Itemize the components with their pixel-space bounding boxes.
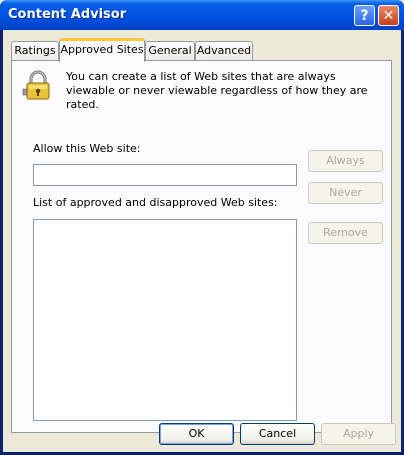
dialog-client-area: Ratings Approved Sites General Advanced … — [3, 30, 401, 452]
site-list-label: List of approved and disapproved Web sit… — [33, 196, 278, 209]
never-button[interactable]: Never — [308, 182, 383, 204]
always-button[interactable]: Always — [308, 150, 383, 172]
tab-ratings[interactable]: Ratings — [11, 41, 59, 61]
title-bar[interactable]: Content Advisor ? ✕ — [0, 0, 404, 30]
close-button[interactable]: ✕ — [378, 5, 399, 26]
window-title: Content Advisor — [8, 7, 127, 22]
apply-button[interactable]: Apply — [321, 423, 396, 445]
close-icon: ✕ — [382, 7, 395, 24]
allow-site-label-text: Allow this Web site: — [33, 142, 141, 155]
tab-strip: Ratings Approved Sites General Advanced — [11, 38, 391, 62]
tab-general[interactable]: General — [145, 41, 195, 61]
help-button[interactable]: ? — [354, 5, 375, 26]
remove-button[interactable]: Remove — [308, 222, 383, 244]
allow-site-label: Allow this Web site: — [33, 142, 140, 155]
padlock-icon — [22, 70, 50, 100]
content-advisor-window: Content Advisor ? ✕ Ratings Approved Sit… — [0, 0, 404, 455]
approved-sites-list[interactable] — [33, 219, 297, 421]
site-list-label-text: List of approved and disapproved Web sit… — [33, 196, 278, 209]
approved-sites-panel: You can create a list of Web sites that … — [11, 60, 392, 433]
cancel-button[interactable]: Cancel — [240, 423, 315, 445]
allow-site-input[interactable] — [33, 164, 297, 186]
ok-button[interactable]: OK — [159, 423, 234, 445]
help-icon: ? — [360, 7, 369, 24]
tab-advanced[interactable]: Advanced — [195, 41, 253, 61]
tab-approved-sites[interactable]: Approved Sites — [59, 38, 145, 62]
approved-sites-description: You can create a list of Web sites that … — [66, 70, 368, 111]
